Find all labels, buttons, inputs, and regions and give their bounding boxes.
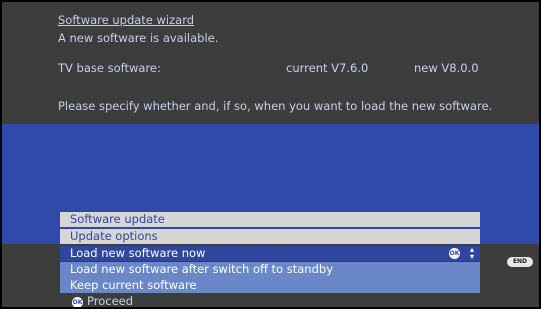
proceed-label: Proceed: [87, 294, 134, 307]
option-label: Keep current software: [70, 278, 197, 292]
current-version: current V7.6.0: [286, 61, 369, 75]
option-keep-current[interactable]: Keep current software: [60, 278, 480, 293]
option-load-after-standby[interactable]: Load new software after switch off to st…: [60, 262, 480, 278]
panel-subtitle: Update options: [60, 229, 480, 244]
option-label: Load new software after switch off to st…: [70, 262, 333, 276]
wizard-title-link[interactable]: Software update wizard: [58, 13, 194, 27]
ok-icon: OK: [449, 248, 460, 259]
availability-message: A new software is available.: [58, 31, 219, 45]
new-version: new V8.0.0: [414, 61, 479, 75]
end-button[interactable]: END: [507, 257, 533, 267]
proceed-hint[interactable]: OK Proceed: [72, 294, 133, 307]
software-label: TV base software:: [58, 61, 161, 75]
instruction-text: Please specify whether and, if so, when …: [58, 99, 493, 113]
option-label: Load new software now: [70, 246, 206, 260]
tv-screen: Software update wizard A new software is…: [2, 2, 539, 307]
ok-icon: OK: [72, 297, 83, 307]
panel-title: Software update: [60, 212, 480, 227]
up-down-arrows-icon: ▴ ▾: [469, 245, 474, 261]
option-load-now[interactable]: Load new software now OK ▴ ▾: [60, 246, 480, 261]
